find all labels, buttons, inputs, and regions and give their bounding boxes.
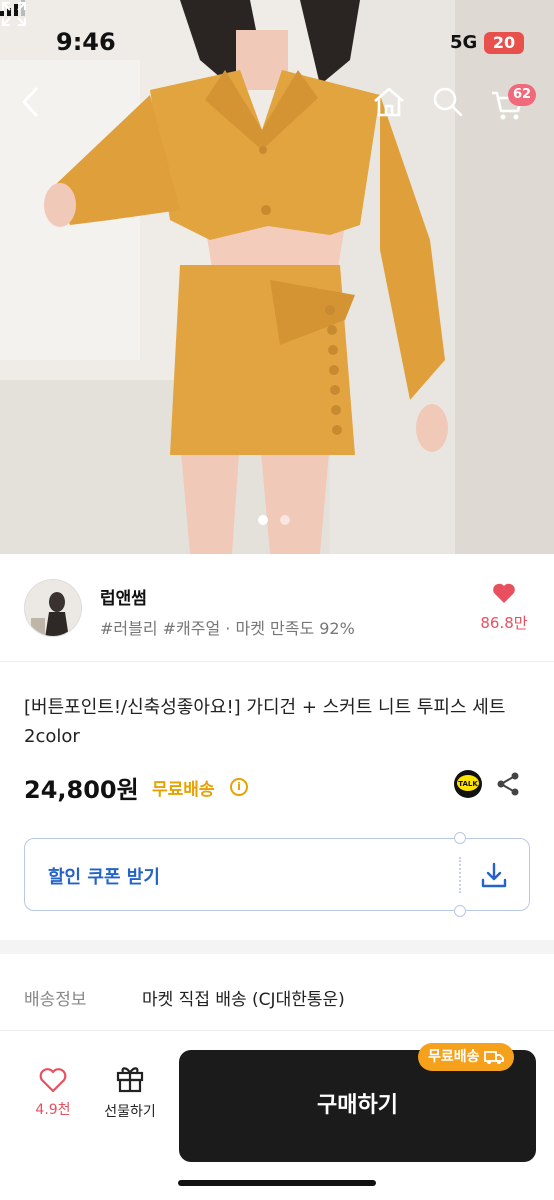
product-price: 24,800원 bbox=[24, 776, 139, 804]
shop-avatar[interactable] bbox=[24, 579, 82, 637]
info-icon[interactable]: i bbox=[230, 778, 248, 796]
product-photo-illustration bbox=[0, 0, 554, 554]
shop-like-button[interactable]: 86.8만 bbox=[474, 582, 534, 633]
network-label: 5G bbox=[450, 32, 478, 53]
heart-filled-icon bbox=[493, 583, 515, 603]
cart-count-badge: 62 bbox=[508, 84, 536, 106]
free-shipping-tag: 무료배송 bbox=[418, 1043, 514, 1071]
home-button[interactable] bbox=[372, 86, 416, 130]
home-indicator bbox=[178, 1180, 376, 1186]
share-icon[interactable] bbox=[496, 771, 520, 797]
carousel-dot-2[interactable] bbox=[280, 515, 290, 525]
back-button[interactable] bbox=[18, 86, 62, 130]
gift-label: 선물하기 bbox=[104, 1104, 156, 1120]
coupon-button[interactable]: 할인 쿠폰 받기 bbox=[24, 832, 530, 917]
coupon-divider bbox=[459, 857, 461, 893]
battery-indicator: 20 bbox=[484, 32, 524, 54]
shop-name[interactable]: 럽앤썸 bbox=[100, 584, 147, 609]
free-shipping-label: 무료배송 bbox=[152, 780, 215, 800]
kakao-talk-icon[interactable]: TALK bbox=[453, 769, 483, 799]
truck-icon bbox=[483, 1051, 504, 1064]
section-divider bbox=[0, 940, 554, 954]
gift-button[interactable]: 선물하기 bbox=[96, 1063, 164, 1121]
expand-icon[interactable] bbox=[0, 0, 28, 28]
svg-text:TALK: TALK bbox=[458, 780, 478, 788]
shop-avatar-image bbox=[25, 580, 81, 636]
wishlist-button[interactable]: 4.9천 bbox=[30, 1067, 76, 1119]
shop-info[interactable]: 럽앤썸 #러블리 #캐주얼 · 마켓 만족도 92% 86.8만 bbox=[0, 554, 554, 662]
product-title: [버튼포인트!/신축성좋아요!] 가디건 + 스커트 니트 투피스 세트 2co… bbox=[24, 697, 506, 747]
gift-icon bbox=[116, 1067, 144, 1093]
status-time: 9:46 bbox=[56, 28, 116, 56]
coupon-notch-bottom bbox=[454, 905, 466, 917]
status-bar: 9:46 5G 20 bbox=[0, 0, 554, 80]
carousel-dot-1[interactable] bbox=[258, 515, 268, 525]
search-button[interactable] bbox=[432, 86, 476, 130]
coupon-notch-top bbox=[454, 832, 466, 844]
download-icon bbox=[481, 862, 507, 888]
wishlist-count: 4.9천 bbox=[35, 1102, 71, 1118]
shipping-info-label: 배송정보 bbox=[24, 990, 87, 1010]
heart-outline-icon bbox=[39, 1068, 67, 1093]
search-icon bbox=[433, 87, 463, 117]
shop-tags: #러블리 #캐주얼 · 마켓 만족도 92% bbox=[100, 619, 355, 638]
shop-like-count: 86.8만 bbox=[480, 614, 528, 632]
chevron-left-icon bbox=[22, 87, 38, 117]
coupon-label: 할인 쿠폰 받기 bbox=[48, 867, 160, 888]
carousel-indicator bbox=[258, 515, 290, 525]
home-icon bbox=[374, 87, 404, 117]
product-image[interactable]: 9:46 5G 20 62 bbox=[0, 0, 554, 554]
purchase-bar: 4.9천 선물하기 구매하기 무료배송 bbox=[0, 1030, 554, 1200]
shipping-info-value: 마켓 직접 배송 (CJ대한통운) bbox=[142, 990, 345, 1010]
free-shipping-tag-label: 무료배송 bbox=[428, 1049, 480, 1065]
